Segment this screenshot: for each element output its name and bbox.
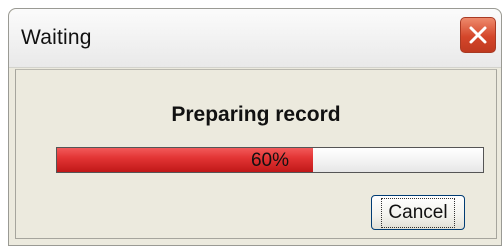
progress-percentage: 60% <box>250 150 290 171</box>
cancel-button[interactable]: Cancel <box>371 195 465 230</box>
cancel-button-label: Cancel <box>381 197 455 228</box>
progress-bar: 60% <box>56 147 484 173</box>
waiting-dialog: Waiting Preparing record 60% Cancel <box>8 8 502 246</box>
close-icon <box>468 25 488 45</box>
status-message: Preparing record <box>171 103 341 126</box>
title-bar[interactable]: Waiting <box>9 9 501 68</box>
dialog-body: Preparing record 60% Cancel <box>15 69 497 239</box>
window-title: Waiting <box>21 26 92 49</box>
close-button[interactable] <box>460 17 496 53</box>
